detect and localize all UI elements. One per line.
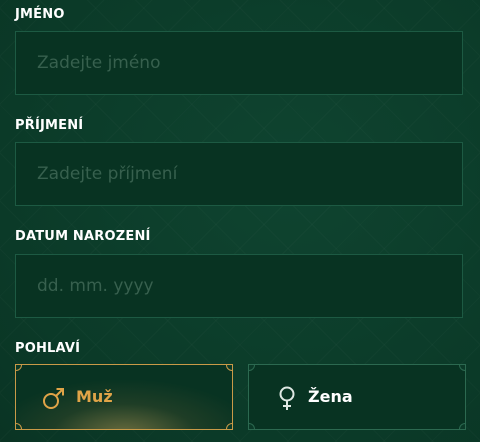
corner-ornament (16, 365, 22, 371)
corner-ornament (249, 423, 255, 429)
birth-date-label: DATUM NAROZENÍ (15, 229, 151, 244)
corner-ornament (459, 423, 465, 429)
gender-option-female-label: Žena (308, 387, 353, 406)
gender-label: POHLAVÍ (15, 341, 81, 356)
gender-option-male-label: Muž (76, 387, 113, 406)
first-name-input[interactable] (15, 31, 463, 95)
last-name-input[interactable] (15, 142, 463, 206)
gender-option-male[interactable]: Muž (15, 364, 233, 430)
last-name-label: PŘÍJMENÍ (15, 118, 84, 133)
corner-ornament (226, 423, 232, 429)
corner-ornament (16, 423, 22, 429)
female-symbol-icon (279, 386, 295, 410)
corner-ornament (459, 365, 465, 371)
gender-option-female[interactable]: Žena (248, 364, 466, 430)
birth-date-input[interactable] (15, 254, 463, 318)
corner-ornament (226, 365, 232, 371)
first-name-label: JMÉNO (15, 7, 65, 22)
corner-ornament (249, 365, 255, 371)
male-symbol-icon (43, 388, 64, 409)
